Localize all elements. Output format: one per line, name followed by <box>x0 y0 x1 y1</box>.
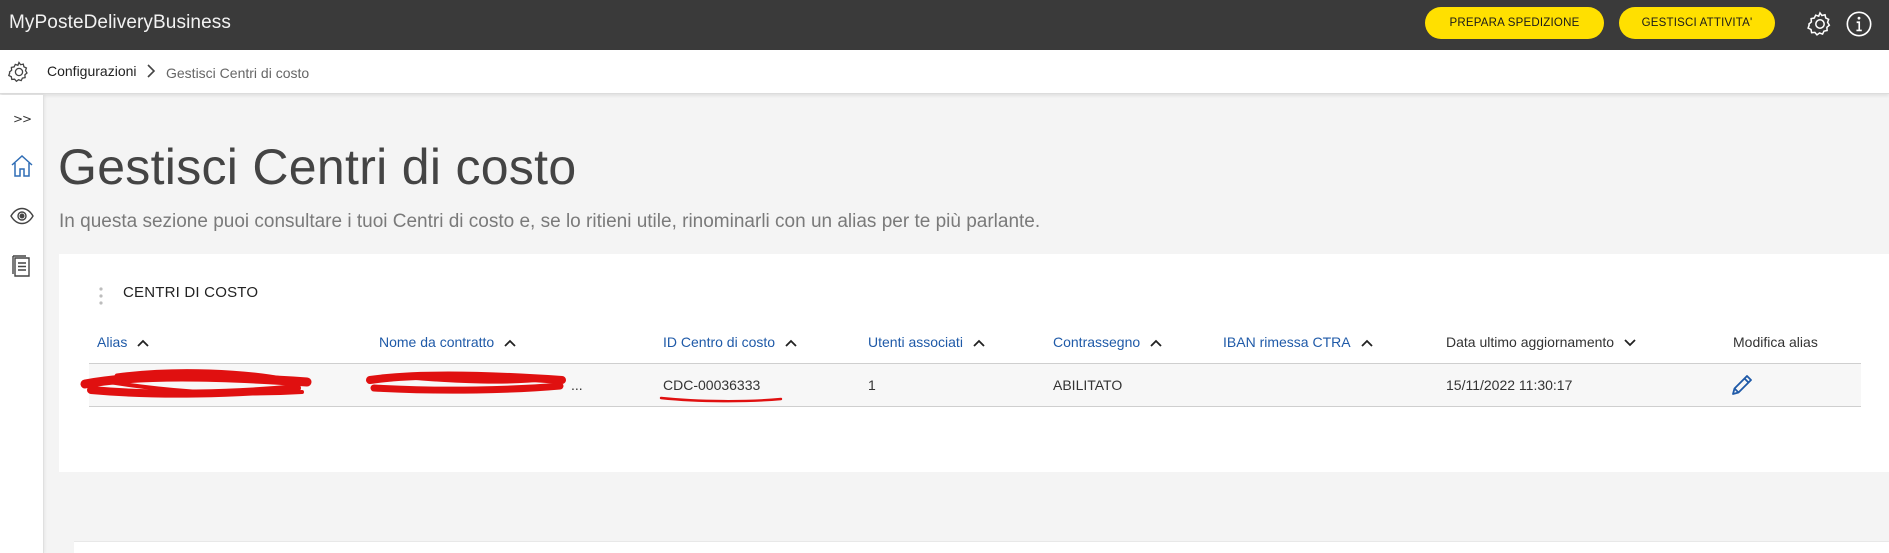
eye-icon[interactable] <box>9 203 35 229</box>
sort-ascending-icon <box>785 340 797 347</box>
column-header-id-centro[interactable]: ID Centro di costo <box>663 334 797 350</box>
breadcrumb: Configurazioni Gestisci Centri di costo <box>0 50 1889 94</box>
secondary-card <box>74 541 1889 553</box>
column-header-data-aggiornamento[interactable]: Data ultimo aggiornamento <box>1446 334 1636 350</box>
chevron-right-icon <box>147 64 156 78</box>
sort-ascending-icon <box>1150 340 1162 347</box>
top-bar: MyPosteDeliveryBusiness PREPARA SPEDIZIO… <box>0 0 1889 50</box>
sort-ascending-icon <box>1360 340 1373 347</box>
column-header-nome-contratto[interactable]: Nome da contratto <box>379 334 516 350</box>
column-header-utenti[interactable]: Utenti associati <box>868 334 985 350</box>
cell-contrassegno: ABILITATO <box>1053 377 1123 393</box>
drag-handle-icon[interactable] <box>99 287 103 305</box>
column-header-contrassegno[interactable]: Contrassegno <box>1053 334 1162 350</box>
cell-nome-contratto: ... <box>571 377 583 393</box>
column-header-iban[interactable]: IBAN rimessa CTRA <box>1223 334 1373 350</box>
gestisci-attivita-button[interactable]: GESTISCI ATTIVITA' <box>1619 7 1775 39</box>
configurazioni-gear-icon[interactable] <box>7 60 31 84</box>
redaction-scribble <box>366 371 566 394</box>
prepara-spedizione-button[interactable]: PREPARA SPEDIZIONE <box>1425 7 1604 39</box>
sort-ascending-icon <box>137 340 149 347</box>
table-title: CENTRI DI COSTO <box>123 284 259 301</box>
document-list-icon[interactable] <box>9 253 35 279</box>
home-icon[interactable] <box>9 153 35 179</box>
settings-gear-icon[interactable] <box>1806 10 1834 38</box>
cell-utenti: 1 <box>868 377 876 393</box>
edit-pencil-icon[interactable] <box>1728 371 1756 399</box>
redaction-scribble <box>80 369 312 398</box>
breadcrumb-current-page: Gestisci Centri di costo <box>166 65 310 81</box>
info-icon[interactable] <box>1845 10 1873 38</box>
page-title: Gestisci Centri di costo <box>58 139 577 195</box>
centri-di-costo-card: CENTRI DI COSTO Alias Nome da contratto … <box>59 254 1889 472</box>
table-row[interactable]: ... CDC-00036333 1 ABILITATO 15/11/2022 … <box>80 364 1861 407</box>
sort-ascending-icon <box>504 340 516 347</box>
cell-data-aggiornamento: 15/11/2022 11:30:17 <box>1446 377 1573 393</box>
cell-id-centro: CDC-00036333 <box>663 377 761 393</box>
sort-ascending-icon <box>973 340 985 347</box>
red-underline-mark <box>659 396 783 403</box>
app-title[interactable]: MyPosteDeliveryBusiness <box>9 12 231 34</box>
column-header-alias[interactable]: Alias <box>97 334 149 350</box>
sidebar-expand-button[interactable]: >> <box>13 112 32 126</box>
sidebar: >> <box>0 95 44 553</box>
column-header-modifica-alias: Modifica alias <box>1733 334 1818 350</box>
page-subtitle: In questa sezione puoi consultare i tuoi… <box>59 211 1041 232</box>
table-header: Alias Nome da contratto ID Centro di cos… <box>89 326 1861 364</box>
breadcrumb-configurazioni[interactable]: Configurazioni <box>47 63 137 79</box>
sort-descending-icon <box>1624 339 1636 347</box>
